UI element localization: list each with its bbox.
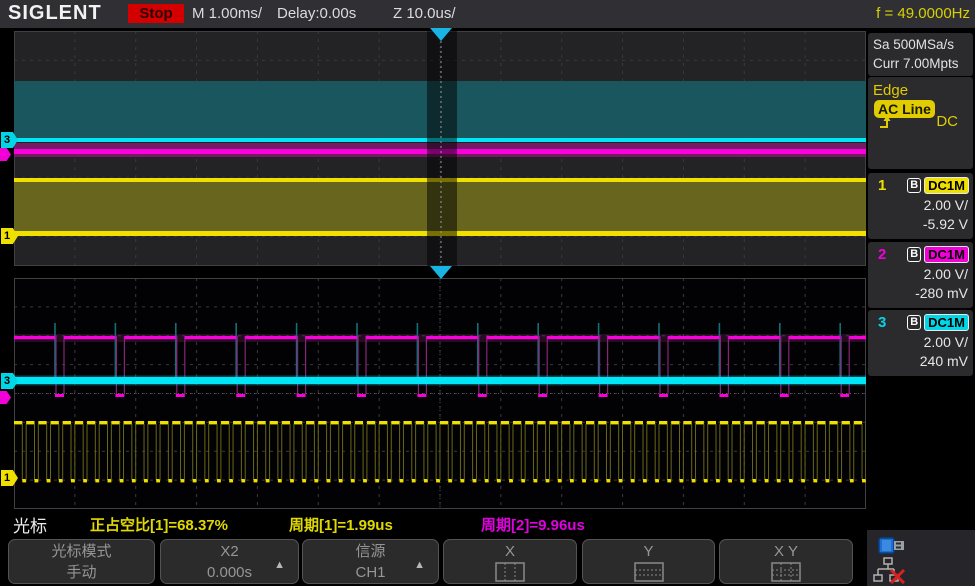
frequency-counter: f = 49.0000Hz	[876, 5, 970, 22]
acquisition-info-box: Sa 500MSa/s Curr 7.00Mpts	[868, 33, 973, 76]
top-status-bar: SIGLENT Stop M 1.00ms/ Delay:0.00s Z 10.…	[0, 0, 975, 28]
channel-number: 2	[878, 246, 886, 263]
channel-offset: -280 mV	[915, 285, 968, 301]
channel-scale: 2.00 V/	[924, 334, 968, 350]
trigger-delay[interactable]: Delay:0.00s	[277, 5, 356, 22]
channel-scale: 2.00 V/	[924, 197, 968, 213]
channel2-info-box[interactable]: 2 BDC1M 2.00 V/ -280 mV	[868, 242, 973, 308]
zoom-window-waveform	[14, 278, 866, 509]
softkey-label: X Y	[720, 541, 852, 562]
softkey-label: 光标模式	[9, 541, 154, 562]
usb-device-icon	[878, 537, 908, 554]
channel-marker-2[interactable]	[0, 148, 11, 161]
channel-number: 1	[878, 177, 886, 194]
softkey-label: X	[444, 541, 576, 562]
sample-rate: Sa 500MSa/s	[873, 35, 973, 54]
bandwidth-limit-badge: B	[907, 247, 921, 262]
trigger-coupling: DC	[936, 113, 958, 130]
status-icon-corner	[867, 530, 975, 586]
softkey-label: Y	[583, 541, 714, 562]
bandwidth-limit-badge: B	[907, 178, 921, 193]
memory-depth: Curr 7.00Mpts	[873, 54, 973, 73]
x-cursor-icon	[491, 562, 529, 582]
main-window	[14, 31, 866, 266]
softkey-x-cursor[interactable]: X	[443, 539, 577, 584]
channel-number: 3	[878, 314, 886, 331]
channel3-info-box[interactable]: 3 BDC1M 2.00 V/ 240 mV	[868, 310, 973, 376]
channel-offset: -5.92 V	[923, 216, 968, 232]
lan-disconnected-icon	[873, 557, 907, 584]
up-arrow-icon: ▲	[274, 555, 285, 576]
channel-offset: 240 mV	[920, 353, 968, 369]
softkey-source[interactable]: 信源 CH1 ▲	[302, 539, 439, 584]
softkey-xy-cursor[interactable]: X Y	[719, 539, 853, 584]
oscilloscope-screen: SIGLENT Stop M 1.00ms/ Delay:0.00s Z 10.…	[0, 0, 975, 586]
measurement-bar: 光标 正占空比[1]=68.37% 周期[1]=1.99us 周期[2]=9.9…	[0, 509, 866, 537]
main-window-waveform	[14, 31, 866, 266]
softkey-x2[interactable]: X2 0.000s ▲	[160, 539, 299, 584]
zoom-timebase[interactable]: Z 10.0us/	[393, 5, 456, 22]
trigger-info-box[interactable]: EdgeAC Line DC	[868, 77, 973, 169]
coupling-badge: DC1M	[924, 246, 969, 263]
main-timebase[interactable]: M 1.00ms/	[192, 5, 262, 22]
zoom-window	[14, 278, 866, 509]
rising-edge-icon	[878, 111, 900, 131]
channel-marker-2[interactable]	[0, 391, 11, 404]
up-arrow-icon: ▲	[414, 555, 425, 576]
softkey-value: 手动	[9, 562, 154, 583]
coupling-badge: DC1M	[924, 177, 969, 194]
channel-scale: 2.00 V/	[924, 266, 968, 282]
sidebar: Sa 500MSa/s Curr 7.00Mpts EdgeAC Line DC…	[867, 28, 975, 586]
measurement-period-ch2: 周期[2]=9.96us	[481, 514, 585, 535]
coupling-badge: DC1M	[924, 314, 969, 331]
y-cursor-icon	[630, 562, 668, 582]
softkey-y-cursor[interactable]: Y	[582, 539, 715, 584]
acquisition-status-badge[interactable]: Stop	[128, 4, 184, 23]
bandwidth-limit-badge: B	[907, 315, 921, 330]
measurement-duty-ch1: 正占空比[1]=68.37%	[90, 514, 228, 535]
measurement-period-ch1: 周期[1]=1.99us	[289, 514, 393, 535]
softkey-cursor-mode[interactable]: 光标模式 手动	[8, 539, 155, 584]
brand-logo: SIGLENT	[8, 2, 102, 25]
channel1-info-box[interactable]: 1 BDC1M 2.00 V/ -5.92 V	[868, 173, 973, 239]
cursor-title: 光标	[13, 512, 47, 537]
trigger-mode-label: Edge	[873, 82, 908, 99]
xy-cursor-icon	[767, 562, 805, 582]
